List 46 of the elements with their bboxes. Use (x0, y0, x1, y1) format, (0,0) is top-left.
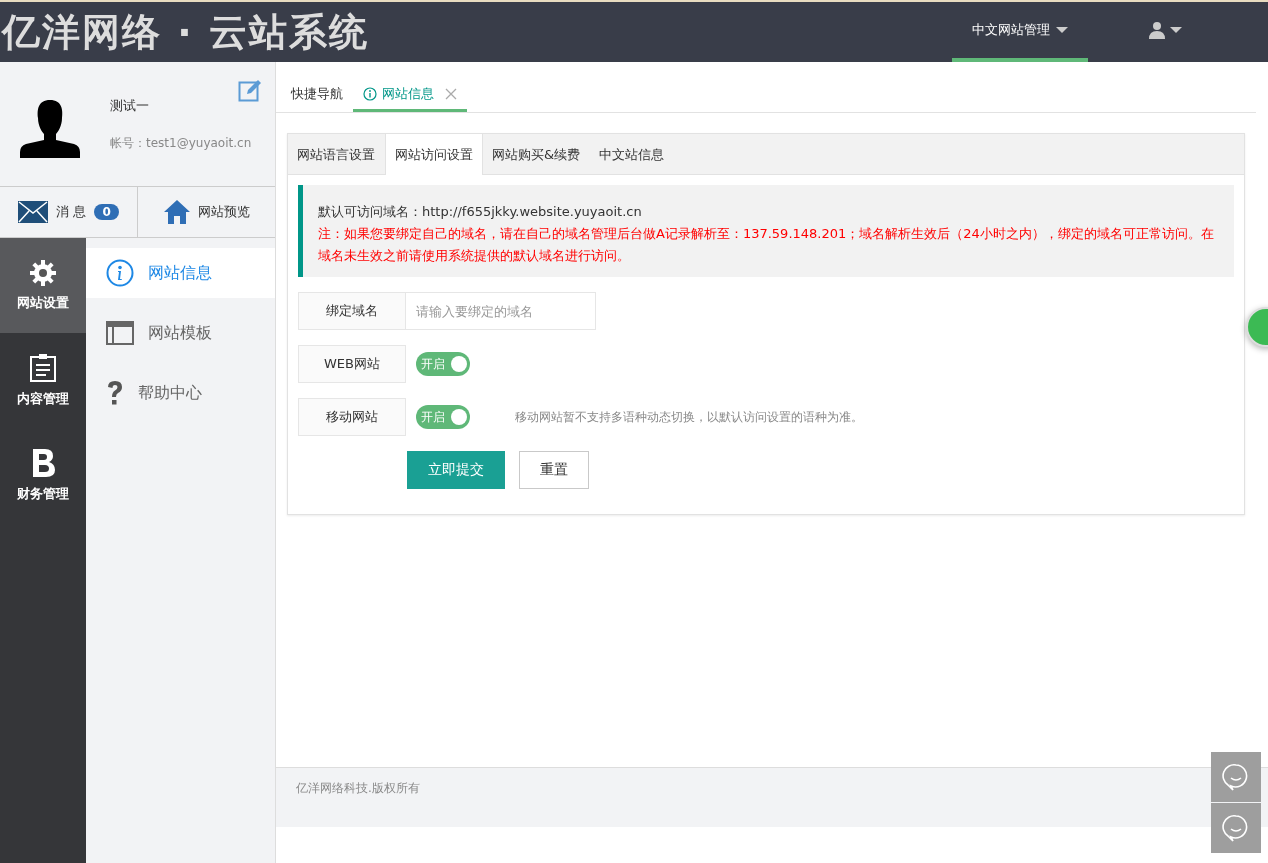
chat-button[interactable] (1211, 752, 1261, 802)
window-icon (106, 321, 134, 345)
sidebar-item[interactable]: 网站设置 (0, 238, 86, 333)
chat-icon (1222, 763, 1250, 791)
house-icon (163, 200, 190, 224)
page-tab[interactable]: 网站信息 (353, 78, 467, 112)
hint-text: 移动网站暂不支持多语种动态切换，以默认访问设置的语种为准。 (515, 408, 863, 426)
field-label: 绑定域名 (298, 292, 406, 330)
default-domain-text: 默认可访问域名：http://f655jkky.website.yuyaoit.cn (318, 203, 643, 221)
letter-b-icon (31, 448, 55, 477)
preview-button[interactable]: 网站预览 (137, 187, 275, 237)
chat-button[interactable] (1211, 803, 1261, 853)
settings-tab[interactable]: 网站访问设置 (385, 134, 483, 175)
copyright-text: 亿洋网络科技.版权所有 (296, 781, 420, 795)
page-tab[interactable]: 快捷导航 (281, 78, 353, 112)
warning-text: 注：如果您要绑定自己的域名，请在自己的域名管理后台做A记录解析至：137.59.148.201；域名解析生效后（24小时之内），绑定的域名可正常访问。在域名未生效之前请使用系统提供的默认域名进行访问。 (318, 225, 1215, 265)
edit-icon[interactable] (238, 78, 262, 102)
site-menu[interactable]: 中文网站管理 (952, 2, 1088, 62)
settings-tab[interactable]: 网站购买&续费 (483, 134, 591, 175)
avatar-silhouette (20, 100, 80, 158)
user-name: 测试一 (110, 96, 150, 115)
envelope-icon (18, 201, 49, 223)
user-icon (1148, 21, 1166, 39)
gear-icon (30, 259, 56, 286)
messages-button[interactable]: 消 息 0 (0, 187, 137, 237)
submenu-item[interactable]: 帮助中心 (86, 368, 275, 418)
submenu-item[interactable]: 网站信息 (86, 248, 275, 298)
caret-icon (1170, 27, 1182, 33)
submenu-item[interactable]: 网站模板 (86, 308, 275, 358)
chat-icon (1222, 814, 1250, 842)
account-text: 帐号：test1@yuyaoit.cn (110, 134, 252, 152)
info-icon (106, 259, 134, 287)
sidebar-item[interactable]: 内容管理 (0, 333, 86, 428)
settings-tab[interactable]: 中文站信息 (590, 134, 675, 175)
help-icon (106, 380, 124, 406)
caret-icon (1056, 27, 1068, 33)
clipboard-icon (30, 353, 56, 382)
settings-tab[interactable]: 网站语言设置 (288, 134, 385, 175)
field-label: 移动网站 (298, 398, 406, 436)
logo-text: 亿洋网络 · 云站系统 (0, 8, 369, 56)
close-icon[interactable] (445, 87, 457, 100)
field-label: WEB网站 (298, 345, 406, 383)
domain-input[interactable]: 请输入要绑定的域名 (406, 292, 596, 330)
info-icon (363, 86, 377, 101)
reset-button[interactable]: 重置 (519, 451, 589, 489)
sidebar-item[interactable]: 财务管理 (0, 428, 86, 523)
